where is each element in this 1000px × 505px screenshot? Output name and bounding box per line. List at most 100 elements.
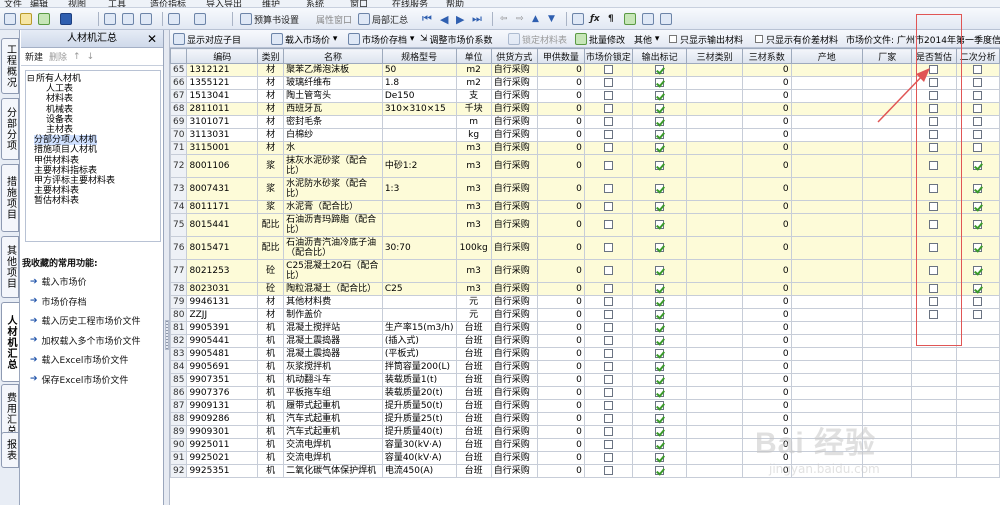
row-number[interactable]: 84: [170, 360, 188, 374]
secondary-analysis-cell[interactable]: [955, 128, 1000, 142]
name-cell[interactable]: 机动翻斗车: [283, 373, 383, 387]
estimate-cell[interactable]: [911, 177, 957, 201]
supply-cell[interactable]: 自行采购: [490, 451, 538, 465]
origin-cell[interactable]: [790, 282, 863, 296]
favorite-link[interactable]: ➔ 载入Excel市场价文件: [30, 353, 128, 367]
origin-cell[interactable]: [790, 236, 863, 260]
cut-icon[interactable]: [104, 11, 118, 27]
output-cell[interactable]: [631, 438, 688, 452]
supply-cell[interactable]: 自行采购: [490, 76, 538, 90]
spec-cell[interactable]: 提升质量50(t): [381, 399, 457, 413]
origin-cell[interactable]: [790, 425, 863, 439]
row-number[interactable]: 81: [170, 321, 188, 335]
checkbox-icon[interactable]: [973, 142, 983, 152]
row-number[interactable]: 86: [170, 386, 188, 400]
checkbox-icon[interactable]: [655, 426, 665, 436]
origin-cell[interactable]: [790, 360, 863, 374]
secondary-analysis-cell[interactable]: [955, 321, 1000, 335]
checkbox-icon[interactable]: [603, 413, 613, 423]
category-cell[interactable]: 浆: [257, 200, 285, 214]
sancai-category-cell[interactable]: [686, 282, 744, 296]
qty-cell[interactable]: 0: [536, 373, 585, 387]
table-row[interactable]: 83 9905481 机混凝土震捣器 (平板式) 台班 自行采购 0 0: [170, 347, 1000, 361]
down-arrow-icon[interactable]: ↓: [87, 52, 95, 62]
row-number[interactable]: 88: [170, 412, 188, 426]
paragraph-icon[interactable]: ¶: [608, 11, 614, 27]
tree-item[interactable]: 主要材料表: [34, 186, 79, 196]
category-cell[interactable]: 材: [257, 63, 285, 77]
checkbox-icon[interactable]: [973, 64, 983, 74]
lock-cell[interactable]: [583, 102, 633, 116]
sancai-category-cell[interactable]: [686, 464, 744, 478]
supply-cell[interactable]: 自行采购: [490, 308, 538, 322]
secondary-analysis-cell[interactable]: [955, 347, 1000, 361]
menu-item[interactable]: 编辑: [30, 0, 48, 7]
lock-cell[interactable]: [583, 334, 633, 348]
row-number[interactable]: 89: [170, 425, 188, 439]
row-number[interactable]: 80: [170, 308, 188, 322]
checkbox-icon[interactable]: [655, 77, 665, 87]
category-cell[interactable]: 机: [257, 386, 285, 400]
qty-cell[interactable]: 0: [536, 360, 585, 374]
tab-6[interactable]: 报表: [1, 432, 19, 468]
maker-cell[interactable]: [861, 321, 913, 335]
checkbox-icon[interactable]: [603, 243, 613, 252]
qty-cell[interactable]: 0: [536, 177, 585, 201]
spec-cell[interactable]: C25: [381, 282, 457, 296]
checkbox-icon[interactable]: [603, 77, 613, 87]
secondary-analysis-cell[interactable]: [955, 451, 1000, 465]
origin-cell[interactable]: [790, 373, 863, 387]
row-number[interactable]: 72: [170, 154, 188, 178]
code-cell[interactable]: 1513041: [186, 89, 259, 103]
checkbox-icon[interactable]: [655, 103, 665, 113]
name-cell[interactable]: 玻璃纤维布: [283, 76, 383, 90]
origin-cell[interactable]: [790, 102, 863, 116]
unit-cell[interactable]: 台班: [455, 425, 492, 439]
secondary-analysis-cell[interactable]: [955, 213, 1000, 237]
lock-material-button[interactable]: 锁定材料表: [508, 32, 567, 46]
move-left-icon[interactable]: ⇦: [500, 11, 508, 27]
lock-cell[interactable]: [583, 321, 633, 335]
supply-cell[interactable]: 自行采购: [490, 373, 538, 387]
maker-cell[interactable]: [861, 295, 913, 309]
unit-cell[interactable]: 台班: [455, 399, 492, 413]
move-down-icon[interactable]: ▼: [548, 11, 555, 27]
name-cell[interactable]: 灰浆搅拌机: [283, 360, 383, 374]
code-cell[interactable]: 3115001: [186, 141, 259, 155]
only-diff-checkbox[interactable]: 只显示有价差材料: [755, 32, 838, 46]
estimate-cell[interactable]: [911, 154, 957, 178]
supply-cell[interactable]: 自行采购: [490, 63, 538, 77]
checkbox-icon[interactable]: [603, 64, 613, 74]
maker-cell[interactable]: [861, 141, 913, 155]
checkbox-icon[interactable]: [973, 184, 983, 193]
table-row[interactable]: 91 9925021 机交流电焊机 容量40(kV·A) 台班 自行采购 0 0: [170, 451, 1000, 465]
load-market-button[interactable]: 载入市场价 ▾: [271, 32, 337, 46]
name-cell[interactable]: 水: [283, 141, 383, 155]
checkbox-icon[interactable]: [929, 116, 939, 126]
qty-cell[interactable]: 0: [536, 200, 585, 214]
lock-cell[interactable]: [583, 412, 633, 426]
origin-cell[interactable]: [790, 412, 863, 426]
sancai-category-cell[interactable]: [686, 115, 744, 129]
origin-cell[interactable]: [790, 177, 863, 201]
sancai-category-cell[interactable]: [686, 451, 744, 465]
estimate-cell[interactable]: [911, 438, 957, 452]
category-cell[interactable]: 浆: [257, 154, 285, 178]
estimate-cell[interactable]: [911, 425, 957, 439]
open-dropdown-icon[interactable]: [38, 11, 52, 27]
sancai-coef-cell[interactable]: 0: [742, 373, 792, 387]
category-cell[interactable]: 砼: [257, 282, 285, 296]
code-cell[interactable]: 8007431: [186, 177, 259, 201]
qty-cell[interactable]: 0: [536, 213, 585, 237]
column-header[interactable]: 供货方式: [490, 48, 538, 64]
lock-cell[interactable]: [583, 141, 633, 155]
spec-cell[interactable]: 50: [381, 63, 457, 77]
secondary-analysis-cell[interactable]: [955, 236, 1000, 260]
output-cell[interactable]: [631, 412, 688, 426]
maker-cell[interactable]: [861, 200, 913, 214]
qty-cell[interactable]: 0: [536, 451, 585, 465]
row-number[interactable]: 65: [170, 63, 188, 77]
sancai-category-cell[interactable]: [686, 412, 744, 426]
row-number[interactable]: 73: [170, 177, 188, 201]
unit-cell[interactable]: m3: [455, 154, 492, 178]
